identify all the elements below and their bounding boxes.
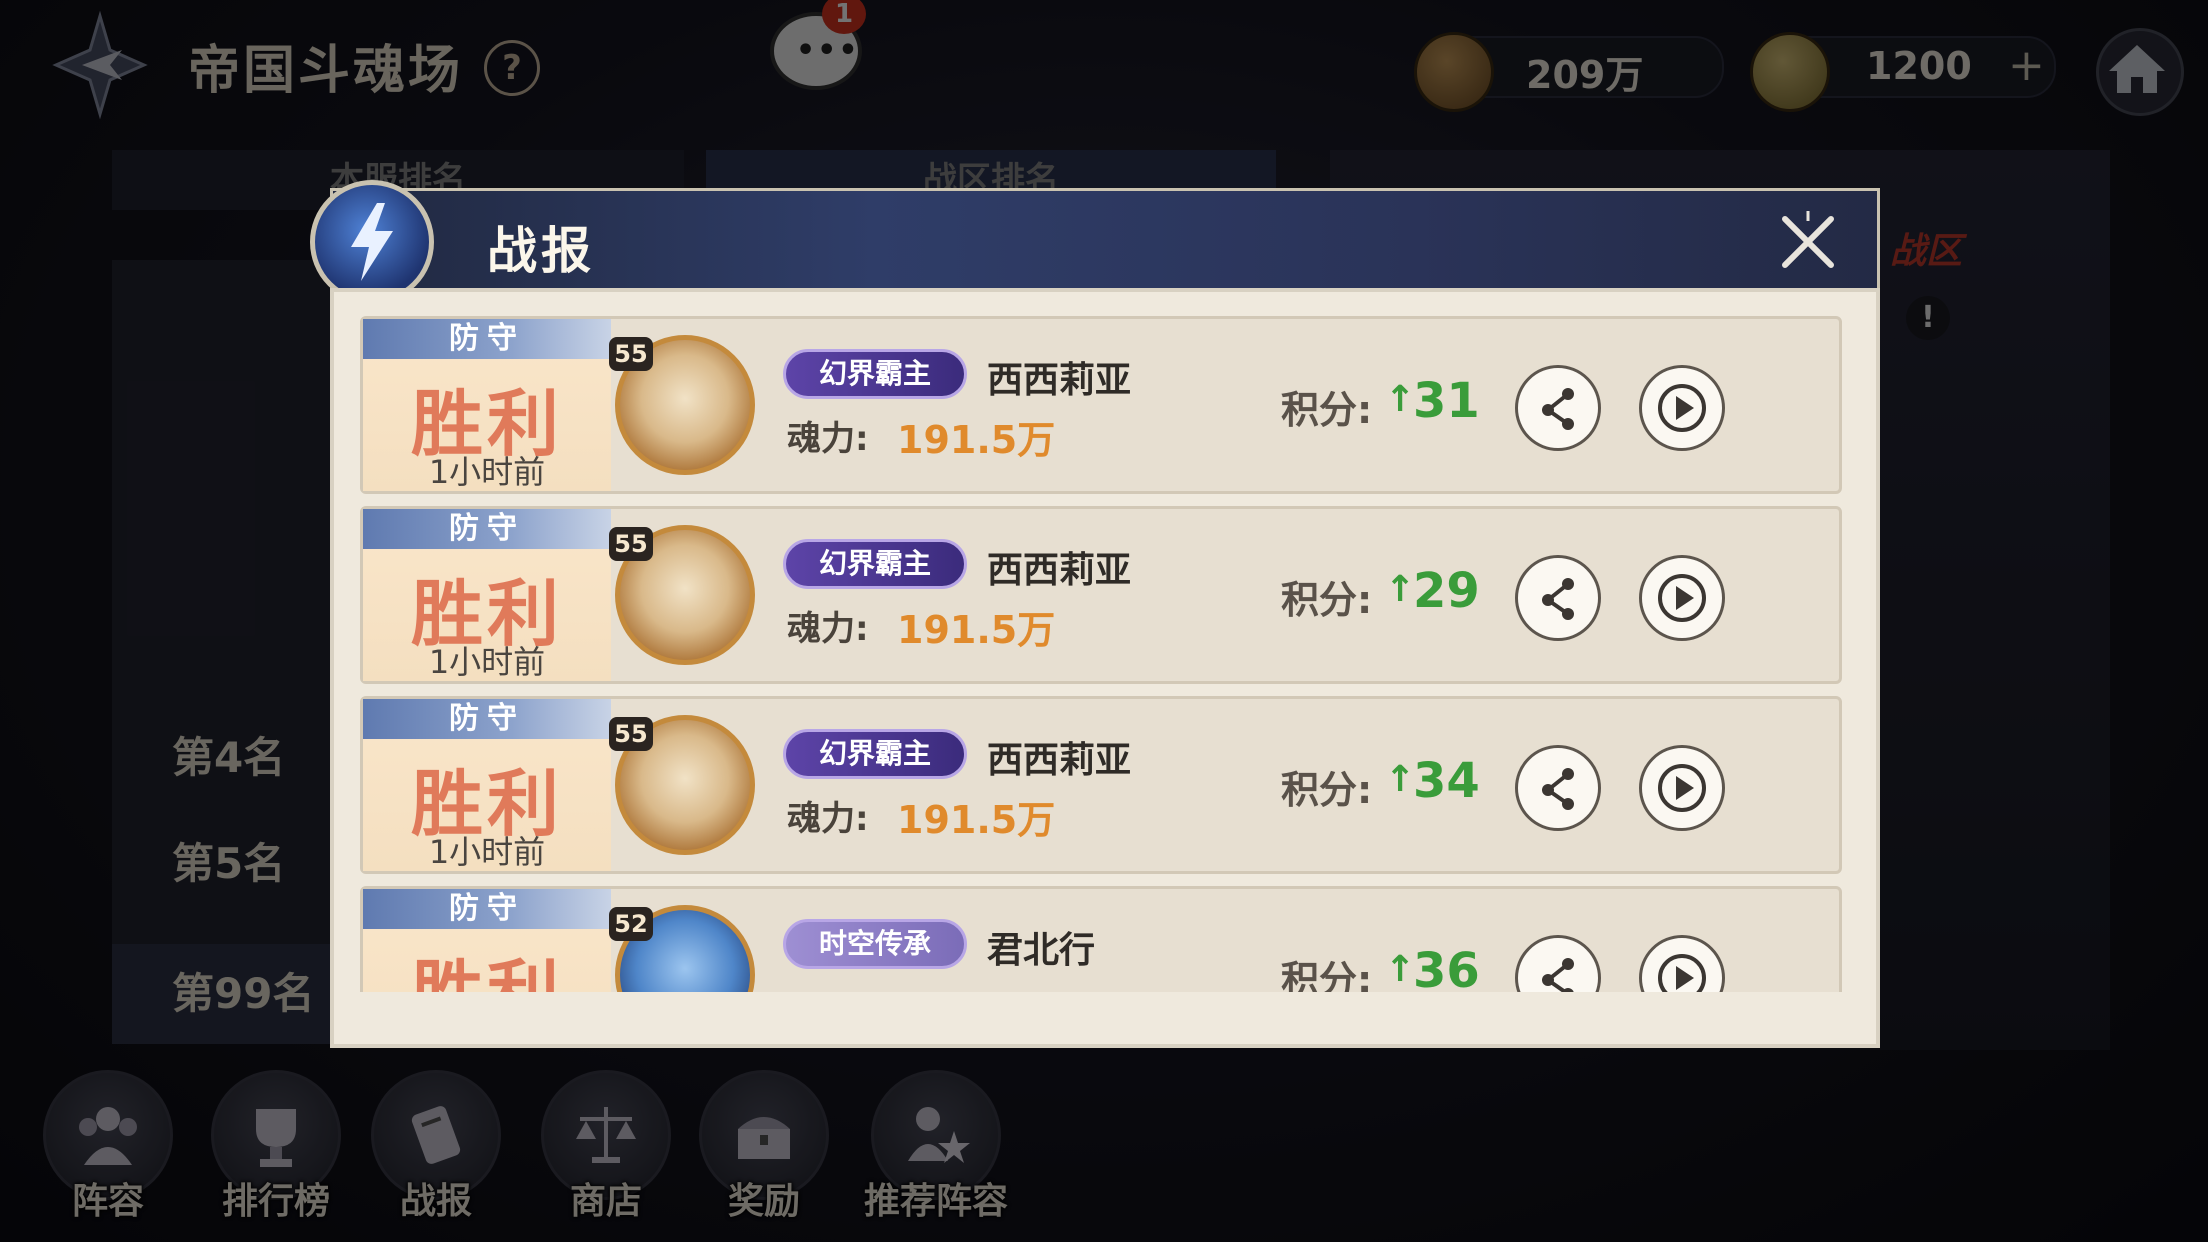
score-label: 积分: (1281, 578, 1373, 622)
resource-value-1: 209万 (1526, 53, 1644, 97)
share-button[interactable] (1515, 745, 1601, 831)
close-button[interactable] (1773, 207, 1843, 277)
time-text: 1小时前 (428, 643, 546, 681)
modal-body: 防守 胜利 1小时前 55 幻界霸主 西西莉亚 魂力: 191.5万 积分: ↑… (330, 288, 1880, 1048)
resource-value-2: 1200 (1866, 44, 1972, 88)
play-icon (1658, 574, 1706, 622)
report-row: 防守 胜利 1小时前 55 幻界霸主 西西莉亚 魂力: 191.5万 积分: ↑… (360, 316, 1842, 494)
title-badge: 时空传承 (783, 919, 967, 969)
add-currency-button[interactable]: + (2008, 40, 2045, 91)
result-block: 防守 胜利 1小时前 (363, 509, 611, 681)
score-up-arrow-icon: ↑ (1385, 569, 1416, 610)
alert-icon[interactable]: ! (1906, 296, 1950, 340)
chat-notification-badge: 1 (822, 0, 866, 34)
score-up-arrow-icon: ↑ (1385, 379, 1416, 420)
modal-title: 战报 (487, 222, 595, 280)
share-icon (1542, 388, 1574, 430)
share-icon (1542, 768, 1574, 810)
player-name: 西西莉亚 (987, 360, 1132, 401)
page-title: 帝国斗魂场 (188, 41, 464, 101)
player-name: 君北行 (987, 930, 1096, 971)
scroll-icon (411, 1106, 461, 1164)
chest-icon (738, 1117, 790, 1159)
level-badge: 55 (609, 527, 653, 561)
home-button[interactable] (2096, 28, 2184, 116)
score-value: 34 (1413, 753, 1480, 809)
title-badge: 幻界霸主 (783, 539, 967, 589)
gold-coin-icon (1750, 32, 1830, 112)
power-label: 魂力: (787, 799, 869, 839)
share-icon (1542, 578, 1574, 620)
help-button[interactable]: ? (484, 40, 540, 96)
axe-coin-icon (1414, 32, 1494, 112)
title-badge: 幻界霸主 (783, 729, 967, 779)
team-icon (79, 1107, 137, 1165)
zone-badge: 战区 (1890, 231, 1963, 272)
power-label: 魂力: (787, 419, 869, 459)
back-arrow-icon (52, 10, 148, 120)
battle-report-modal: 战报 防守 胜利 1小时前 55 幻界霸主 西西莉亚 魂力: 191.5万 积分… (310, 180, 1880, 1048)
power-value: 191.5万 (897, 418, 1056, 462)
score-value: 31 (1413, 373, 1480, 429)
result-block: 防守 胜利 1小时前 (363, 319, 611, 491)
time-text: 1小时前 (428, 833, 546, 871)
modal-header: 战报 (330, 188, 1880, 288)
defense-tag: 防守 (363, 889, 611, 929)
score-value: 36 (1413, 943, 1480, 999)
nav-recommended-team-label: 推荐阵容 (863, 1181, 1008, 1222)
power-label: 魂力: (787, 609, 869, 649)
score-value: 29 (1413, 563, 1480, 619)
score-up-arrow-icon: ↑ (1385, 759, 1416, 800)
nav-team[interactable]: 阵容 (38, 1070, 178, 1240)
trophy-icon (256, 1109, 296, 1167)
defense-tag: 防守 (363, 509, 611, 549)
replay-button[interactable] (1639, 555, 1725, 641)
share-button[interactable] (1515, 555, 1601, 641)
defense-tag: 防守 (363, 699, 611, 739)
score-label: 积分: (1281, 768, 1373, 812)
defense-tag: 防守 (363, 319, 611, 359)
level-badge: 52 (609, 907, 653, 941)
nav-recommended-team[interactable]: 推荐阵容 (856, 1070, 1016, 1240)
score-label: 积分: (1281, 388, 1373, 432)
score-up-arrow-icon: ↑ (1385, 949, 1416, 990)
nav-leaderboard[interactable]: 排行榜 (206, 1070, 346, 1240)
play-icon (1658, 384, 1706, 432)
report-list[interactable]: 防守 胜利 1小时前 55 幻界霸主 西西莉亚 魂力: 191.5万 积分: ↑… (360, 316, 1842, 1014)
back-button[interactable] (40, 10, 160, 120)
level-badge: 55 (609, 717, 653, 751)
level-badge: 55 (609, 337, 653, 371)
nav-shop[interactable]: 商店 (536, 1070, 676, 1240)
power-value: 191.5万 (897, 798, 1056, 842)
nav-leaderboard-label: 排行榜 (221, 1181, 330, 1222)
title-badge: 幻界霸主 (783, 349, 967, 399)
chat-icon: ••• (796, 33, 860, 68)
nav-team-label: 阵容 (71, 1181, 144, 1222)
report-row: 防守 胜利 1小时前 55 幻界霸主 西西莉亚 魂力: 191.5万 积分: ↑… (360, 696, 1842, 874)
play-icon (1658, 764, 1706, 812)
home-icon (2109, 45, 2165, 93)
lightning-emblem-icon (310, 180, 434, 304)
list-bottom-edge (360, 992, 1842, 1032)
share-button[interactable] (1515, 365, 1601, 451)
bottom-nav: 阵容 排行榜 战报 商店 奖励 推荐阵容 (30, 1070, 1030, 1240)
nav-battle-report[interactable]: 战报 (366, 1070, 506, 1240)
power-value: 191.5万 (897, 608, 1056, 652)
result-block: 防守 胜利 1小时前 (363, 699, 611, 871)
nav-rewards-label: 奖励 (727, 1181, 800, 1222)
replay-button[interactable] (1639, 745, 1725, 831)
scale-icon (576, 1107, 636, 1163)
time-text: 1小时前 (428, 453, 546, 491)
player-name: 西西莉亚 (987, 740, 1132, 781)
nav-rewards[interactable]: 奖励 (694, 1070, 834, 1240)
close-icon (1782, 211, 1834, 268)
replay-button[interactable] (1639, 365, 1725, 451)
top-bar: 帝国斗魂场 ? ••• 1 209万 1200 + (0, 0, 2208, 130)
nav-battle-report-label: 战报 (399, 1181, 472, 1222)
report-row: 防守 胜利 1小时前 55 幻界霸主 西西莉亚 魂力: 191.5万 积分: ↑… (360, 506, 1842, 684)
player-name: 西西莉亚 (987, 550, 1132, 591)
recommend-icon (908, 1107, 970, 1163)
nav-shop-label: 商店 (569, 1181, 642, 1222)
